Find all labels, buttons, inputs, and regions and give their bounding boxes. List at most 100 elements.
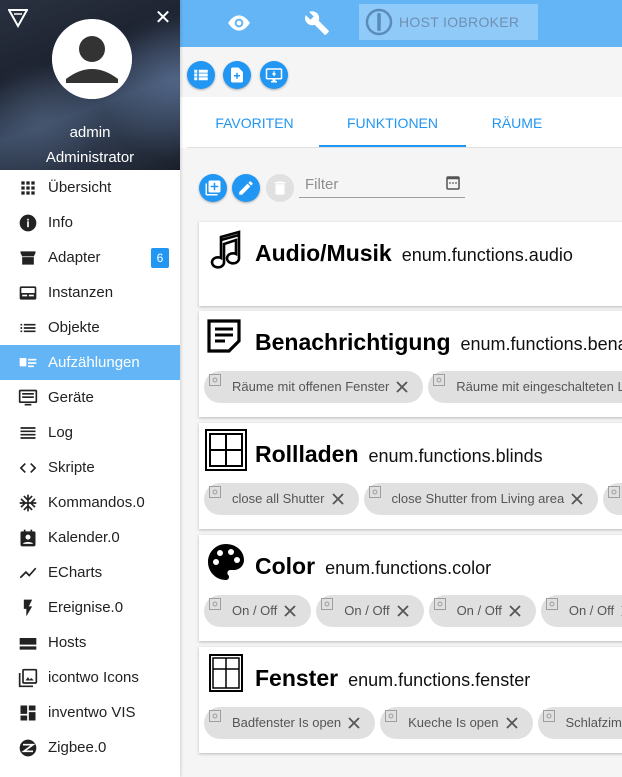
sidebar-item-hosts[interactable]: Hosts xyxy=(0,625,180,660)
filter-dropdown-icon[interactable] xyxy=(444,174,462,192)
member-chip[interactable]: Räume mit offenen Fenster xyxy=(204,371,424,403)
member-chip[interactable]: On / Off xyxy=(540,595,622,627)
remove-chip-icon[interactable] xyxy=(570,492,584,506)
sidebar-item-aufzählungen[interactable]: Aufzählungen xyxy=(0,345,180,380)
tab-raeume[interactable]: RÄUME xyxy=(457,97,577,147)
sticky-note-icon xyxy=(207,319,241,353)
host-logo-icon xyxy=(365,8,393,36)
sidebar-item-label: Objekte xyxy=(48,319,100,336)
hosts-icon xyxy=(19,637,37,650)
sidebar-item-log[interactable]: Log xyxy=(0,415,180,450)
palette-icon xyxy=(208,544,244,580)
member-chip[interactable]: Badfenster Is open xyxy=(204,707,376,739)
sidebar-item-label: Kommandos.0 xyxy=(48,494,145,511)
add-file-button[interactable] xyxy=(223,61,251,89)
add-enum-button[interactable] xyxy=(199,174,227,202)
enum-name: Benachrichtigung xyxy=(255,329,451,355)
host-button[interactable]: HOST IOBROKER xyxy=(359,4,538,40)
tab-favoriten[interactable]: FAVORITEN xyxy=(187,97,322,147)
sidebar-item-objekte[interactable]: Objekte xyxy=(0,310,180,345)
sidebar-item-label: Instanzen xyxy=(48,284,114,301)
eye-icon[interactable] xyxy=(226,10,252,36)
state-image-icon xyxy=(209,598,221,610)
enum-card-blinds[interactable]: Rollladen enum.functions.blinds close all … xyxy=(199,423,622,529)
member-chip[interactable]: Kueche Is open xyxy=(380,707,533,739)
enum-name: Fenster xyxy=(255,665,339,691)
app-root: ✕ admin Administrator Übersicht Info Adapt… xyxy=(0,0,622,777)
tab-funktionen[interactable]: FUNKTIONEN xyxy=(319,97,466,147)
dashboard-icon xyxy=(20,705,36,720)
sidebar-item-zigbee-0[interactable]: Zigbee.0 xyxy=(0,730,180,765)
sidebar-item-label: Info xyxy=(48,214,74,231)
delete-button[interactable] xyxy=(266,174,294,202)
sidebar-item-ereignise-0[interactable]: Ereignise.0 xyxy=(0,590,180,625)
blinds-window-icon xyxy=(205,429,247,471)
sidebar-item-übersicht[interactable]: Übersicht xyxy=(0,170,180,205)
host-label: HOST IOBROKER xyxy=(399,14,520,30)
sidebar-header: ✕ admin Administrator xyxy=(0,0,180,170)
state-image-icon xyxy=(433,374,446,386)
sidebar-item-skripte[interactable]: Skripte xyxy=(0,450,180,485)
enum-title: Benachrichtigung enum.functions.benachric… xyxy=(255,329,622,356)
sidebar-item-adapter[interactable]: Adapter 6 xyxy=(0,240,180,275)
wrench-icon[interactable] xyxy=(304,10,330,36)
sidebar-item-geräte[interactable]: Geräte xyxy=(0,380,180,415)
filter-field xyxy=(299,171,465,198)
enum-id: enum.functions.fenster xyxy=(348,670,531,690)
state-image-icon xyxy=(209,486,221,498)
remove-chip-icon[interactable] xyxy=(396,604,410,618)
chip-label: Räume mit eingeschalteten Licht xyxy=(456,379,622,394)
remove-chip-icon[interactable] xyxy=(331,492,345,506)
sidebar-item-label: Kalender.0 xyxy=(48,529,120,546)
member-chip[interactable]: Räume mit eingeschalteten Licht xyxy=(428,371,622,403)
list-view-button[interactable] xyxy=(187,61,215,89)
enum-card-color[interactable]: Color enum.functions.color On / Off On / Of… xyxy=(199,535,622,641)
filter-input[interactable] xyxy=(299,171,439,197)
sidebar-item-echarts[interactable]: ECharts xyxy=(0,555,180,590)
sidebar-item-info[interactable]: Info xyxy=(0,205,180,240)
sidebar-item-label: icontwo Icons xyxy=(48,669,139,686)
sidebar-item-icontwo-icons[interactable]: icontwo Icons xyxy=(0,660,180,695)
chip-label: close Shutter from Living area xyxy=(391,491,565,506)
apps-grid-icon xyxy=(21,180,35,195)
member-chip[interactable]: close all Shutter xyxy=(204,483,359,515)
remove-chip-icon[interactable] xyxy=(505,716,519,730)
member-chip[interactable]: On / Off xyxy=(428,595,536,627)
user-name: admin xyxy=(69,124,111,141)
enum-id: enum.functions.blinds xyxy=(368,446,543,466)
edit-button[interactable] xyxy=(232,174,260,202)
member-chip[interactable]: On / Off xyxy=(316,595,424,627)
remove-chip-icon[interactable] xyxy=(347,716,361,730)
remove-chip-icon[interactable] xyxy=(508,604,522,618)
sidebar-item-kalender-0[interactable]: Kalender.0 xyxy=(0,520,180,555)
member-chip[interactable]: close Shutter xyxy=(603,483,622,515)
import-button[interactable] xyxy=(260,61,288,89)
member-chip[interactable]: On / Off xyxy=(204,595,312,627)
sidebar-item-inventwo-vis[interactable]: inventwo VIS xyxy=(0,695,180,730)
state-image-icon xyxy=(209,374,221,386)
enum-card-fenster[interactable]: Fenster enum.functions.fenster Badfenster … xyxy=(199,647,622,753)
enum-name: Color xyxy=(255,553,316,579)
code-icon xyxy=(19,462,37,473)
enum-title: Audio/Musik enum.functions.audio xyxy=(255,240,573,267)
sidebar-item-instanzen[interactable]: Instanzen xyxy=(0,275,180,310)
screen-import-icon xyxy=(265,68,283,83)
sidebar-item-label: ECharts xyxy=(48,564,103,581)
remove-chip-icon[interactable] xyxy=(283,604,297,618)
library-add-icon xyxy=(205,180,221,196)
menu-logo-icon[interactable] xyxy=(8,8,28,28)
close-icon[interactable]: ✕ xyxy=(153,8,173,28)
enum-card-audio[interactable]: Audio/Musik enum.functions.audio xyxy=(199,222,622,306)
avatar[interactable] xyxy=(52,19,132,99)
sidebar-item-label: Aufzählungen xyxy=(48,354,140,371)
member-chip[interactable]: close Shutter from Living area xyxy=(363,483,599,515)
chip-label: Räume mit offenen Fenster xyxy=(232,379,390,394)
enum-card-benachrichtigung[interactable]: Benachrichtigung enum.functions.benachric… xyxy=(199,311,622,417)
sidebar-item-label: Adapter xyxy=(48,249,101,266)
note-add-icon xyxy=(231,67,243,83)
member-chip[interactable]: Schlafzimmer Is open xyxy=(537,707,622,739)
sidebar-item-kommandos-0[interactable]: Kommandos.0 xyxy=(0,485,180,520)
remove-chip-icon[interactable] xyxy=(395,380,409,394)
sidebar-item-label: inventwo VIS xyxy=(48,704,136,721)
state-image-icon xyxy=(545,598,558,610)
